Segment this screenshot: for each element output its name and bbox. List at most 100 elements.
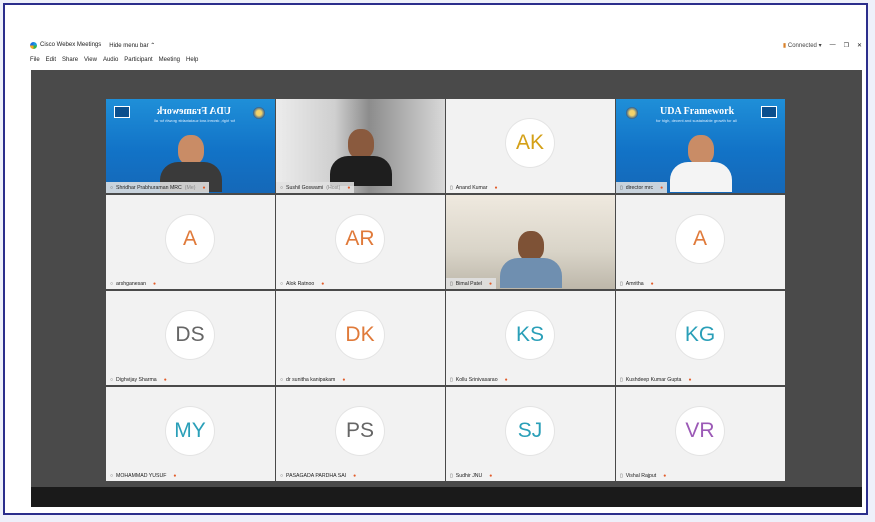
participant-tile[interactable]: KS ▯ Kollu Srinivasarao ●: [446, 291, 615, 385]
participant-tile[interactable]: MY ○ MOHAMMAD YUSUF ●: [106, 387, 275, 481]
participant-name-label: ○ Dighvijay Sharma ●: [106, 374, 171, 385]
participant-avatar: KS: [506, 311, 554, 359]
participant-name-label: ▯ Kollu Srinivasarao ●: [446, 374, 512, 385]
device-icon: ▯: [620, 184, 623, 191]
device-icon: ○: [280, 376, 284, 383]
device-icon: ▯: [450, 280, 453, 287]
participant-tile[interactable]: DS ○ Dighvijay Sharma ●: [106, 291, 275, 385]
menu-view[interactable]: View: [84, 57, 97, 63]
participant-avatar: A: [166, 215, 214, 263]
menu-meeting[interactable]: Meeting: [159, 57, 180, 63]
participant-tile[interactable]: VR ▯ Vishal Rajput ●: [616, 387, 785, 481]
participant-name: dr sunitha kanipakam: [286, 376, 336, 383]
participant-name: director mrc: [625, 184, 654, 191]
participant-name-label: ○ PASAGADA PARDHA SAI ●: [276, 470, 360, 481]
participant-tile[interactable]: AR ○ Alok Ratnoo ●: [276, 195, 445, 289]
participant-name-label: ○ dr sunitha kanipakam ●: [276, 374, 349, 385]
participant-tile[interactable]: A ▯ Amritha ●: [616, 195, 785, 289]
participant-name: MOHAMMAD YUSUF: [116, 472, 167, 479]
hide-menu-bar-button[interactable]: Hide menu bar ⌃: [109, 42, 155, 49]
participant-avatar: KG: [676, 311, 724, 359]
menu-participant[interactable]: Participant: [124, 57, 152, 63]
participant-name: Kollu Srinivasarao: [455, 376, 498, 383]
participant-tile[interactable]: DK ○ dr sunitha kanipakam ●: [276, 291, 445, 385]
minimize-button[interactable]: —: [830, 42, 836, 48]
participant-avatar: MY: [166, 407, 214, 455]
banner-title: UDA Framework: [660, 106, 735, 117]
participant-name: Anand Kumar: [455, 184, 488, 191]
participant-name-label: ○ Shridhar Prabhuraman MRC (Me) ●: [106, 182, 210, 193]
mic-muted-icon: ●: [660, 184, 664, 191]
menu-bar: File Edit Share View Audio Participant M…: [30, 54, 862, 66]
menu-file[interactable]: File: [30, 57, 40, 63]
menu-edit[interactable]: Edit: [46, 57, 56, 63]
participant-name: Kushdeep Kumar Gupta: [625, 376, 682, 383]
participant-tile[interactable]: SJ ▯ Sudhir JNU ●: [446, 387, 615, 481]
menu-audio[interactable]: Audio: [103, 57, 118, 63]
participant-avatar: SJ: [506, 407, 554, 455]
video-grid: UDA Framework for high, decent and sustai…: [31, 70, 862, 507]
participant-tile[interactable]: UDA Framework for high, decent and sustai…: [106, 99, 275, 193]
close-button[interactable]: ✕: [857, 42, 862, 49]
participant-name-label: ▯ Bimal Patel ●: [446, 278, 497, 289]
participant-tile[interactable]: KG ▯ Kushdeep Kumar Gupta ●: [616, 291, 785, 385]
participant-name-label: ○ Alok Ratnoo ●: [276, 278, 328, 289]
connection-status[interactable]: ▮ Connected ▾: [783, 42, 822, 49]
participant-avatar: PS: [336, 407, 384, 455]
mic-muted-icon: ●: [321, 280, 325, 287]
mic-muted-icon: ●: [202, 184, 206, 191]
participant-name-label: ▯ Kushdeep Kumar Gupta ●: [616, 374, 695, 385]
device-icon: ▯: [450, 184, 453, 191]
participant-avatar: AR: [336, 215, 384, 263]
participant-video: [669, 135, 732, 192]
participant-tile[interactable]: A ○ arshganesan ●: [106, 195, 275, 289]
participant-role-tag: (Host): [326, 184, 341, 191]
device-icon: ○: [280, 280, 284, 287]
participant-avatar: DS: [166, 311, 214, 359]
participant-video: [499, 231, 562, 288]
participant-tile[interactable]: ○ Sushil Goswami (Host) ●: [276, 99, 445, 193]
mic-muted-icon: ●: [688, 376, 692, 383]
emblem-icon: [253, 107, 265, 119]
device-icon: ○: [110, 280, 114, 287]
mic-muted-icon: ●: [342, 376, 346, 383]
participant-tile[interactable]: UDA Framework for high, decent and sustai…: [616, 99, 785, 193]
participant-name-label: ▯ director mrc ●: [616, 182, 668, 193]
participant-name: PASAGADA PARDHA SAI: [286, 472, 347, 479]
participant-tile[interactable]: PS ○ PASAGADA PARDHA SAI ●: [276, 387, 445, 481]
device-icon: ▯: [620, 376, 623, 383]
participant-avatar: DK: [336, 311, 384, 359]
mic-muted-icon: ●: [153, 280, 157, 287]
banner-title: UDA Framework: [156, 106, 231, 117]
banner-subtitle: for high, decent and sustainable growth …: [154, 118, 235, 123]
maximize-button[interactable]: ❐: [844, 42, 849, 49]
participant-name: Amritha: [625, 280, 644, 287]
device-icon: ○: [110, 376, 114, 383]
participant-avatar: A: [676, 215, 724, 263]
participant-name: Bimal Patel: [455, 280, 483, 287]
participant-name: arshganesan: [116, 280, 147, 287]
mic-muted-icon: ●: [489, 280, 493, 287]
device-icon: ○: [110, 472, 114, 479]
menu-share[interactable]: Share: [62, 57, 78, 63]
participant-name-label: ○ arshganesan ●: [106, 278, 160, 289]
device-icon: ○: [280, 184, 284, 191]
logo-icon: [761, 106, 777, 118]
mic-muted-icon: ●: [353, 472, 357, 479]
participant-name-label: ▯ Sudhir JNU ●: [446, 470, 496, 481]
mic-muted-icon: ●: [650, 280, 654, 287]
menu-help[interactable]: Help: [186, 57, 198, 63]
meeting-control-bar: [31, 487, 862, 507]
participant-name: Dighvijay Sharma: [116, 376, 157, 383]
participant-name: Vishal Rajput: [625, 472, 657, 479]
participant-tile[interactable]: ▯ Bimal Patel ●: [446, 195, 615, 289]
logo-icon: [114, 106, 130, 118]
webex-logo-icon: [30, 41, 37, 49]
banner-subtitle: for high, decent and sustainable growth …: [656, 118, 737, 123]
participant-name-label: ▯ Amritha ●: [616, 278, 658, 289]
device-icon: ▯: [620, 280, 623, 287]
participant-tile[interactable]: AK ▯ Anand Kumar ●: [446, 99, 615, 193]
participant-role-tag: (Me): [184, 184, 196, 191]
mic-muted-icon: ●: [163, 376, 167, 383]
mic-muted-icon: ●: [173, 472, 177, 479]
